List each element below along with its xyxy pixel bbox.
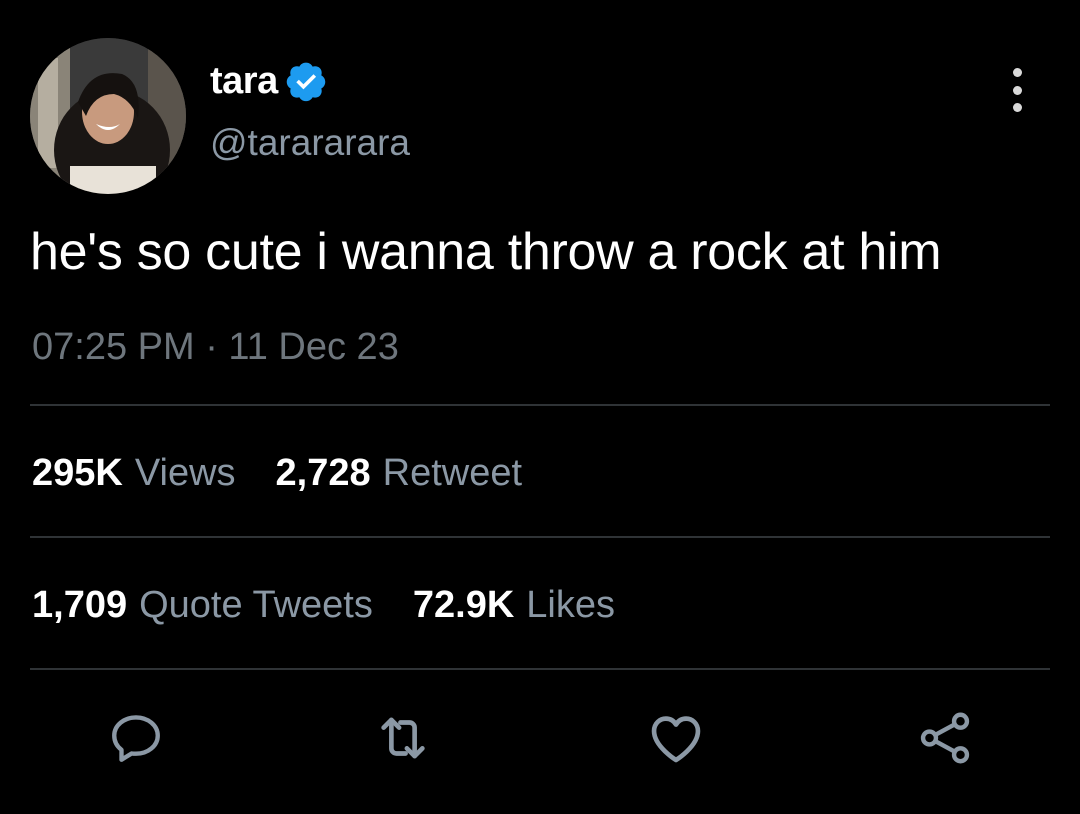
like-button[interactable] xyxy=(643,705,709,771)
likes-label: Likes xyxy=(526,583,615,626)
retweet-button[interactable] xyxy=(370,705,436,771)
avatar[interactable] xyxy=(30,38,186,194)
tweet-timestamp[interactable]: 07:25 PM · 11 Dec 23 xyxy=(32,326,399,369)
likes-stat[interactable]: 72.9K Likes xyxy=(413,584,615,627)
tweet-action-bar xyxy=(0,705,1080,775)
more-dot-icon xyxy=(1012,103,1022,112)
divider xyxy=(30,668,1050,670)
verified-badge-icon xyxy=(284,59,328,103)
share-icon xyxy=(920,712,970,764)
author-handle[interactable]: @tarararara xyxy=(210,122,410,164)
reply-button[interactable] xyxy=(103,705,169,771)
heart-icon xyxy=(651,716,701,763)
author-name-row[interactable]: tara xyxy=(210,56,328,106)
likes-count: 72.9K xyxy=(412,583,515,626)
stats-row-views-retweets: 295K Views 2,728 Retweet xyxy=(32,448,562,498)
more-dot-icon xyxy=(1012,85,1022,95)
stats-row-quotes-likes: 1,709 Quote Tweets 72.9K Likes xyxy=(32,580,655,630)
divider xyxy=(30,404,1050,406)
tweet-text: he's so cute i wanna throw a rock at him xyxy=(30,223,942,281)
avatar-image xyxy=(30,38,186,194)
views-label: Views xyxy=(134,451,236,494)
retweets-count: 2,728 xyxy=(275,451,371,494)
views-stat[interactable]: 295K Views xyxy=(32,452,236,495)
more-options-button[interactable] xyxy=(1000,68,1034,112)
retweets-label: Retweet xyxy=(382,451,523,494)
divider xyxy=(30,536,1050,538)
display-name[interactable]: tara xyxy=(210,60,278,103)
retweets-stat[interactable]: 2,728 Retweet xyxy=(276,452,523,495)
more-dot-icon xyxy=(1012,68,1022,77)
quotes-label: Quote Tweets xyxy=(139,583,373,626)
quotes-stat[interactable]: 1,709 Quote Tweets xyxy=(32,584,373,627)
quotes-count: 1,709 xyxy=(32,583,128,626)
share-button[interactable] xyxy=(912,705,978,771)
reply-icon xyxy=(112,715,160,762)
retweet-icon xyxy=(381,717,425,759)
views-count: 295K xyxy=(32,451,123,494)
